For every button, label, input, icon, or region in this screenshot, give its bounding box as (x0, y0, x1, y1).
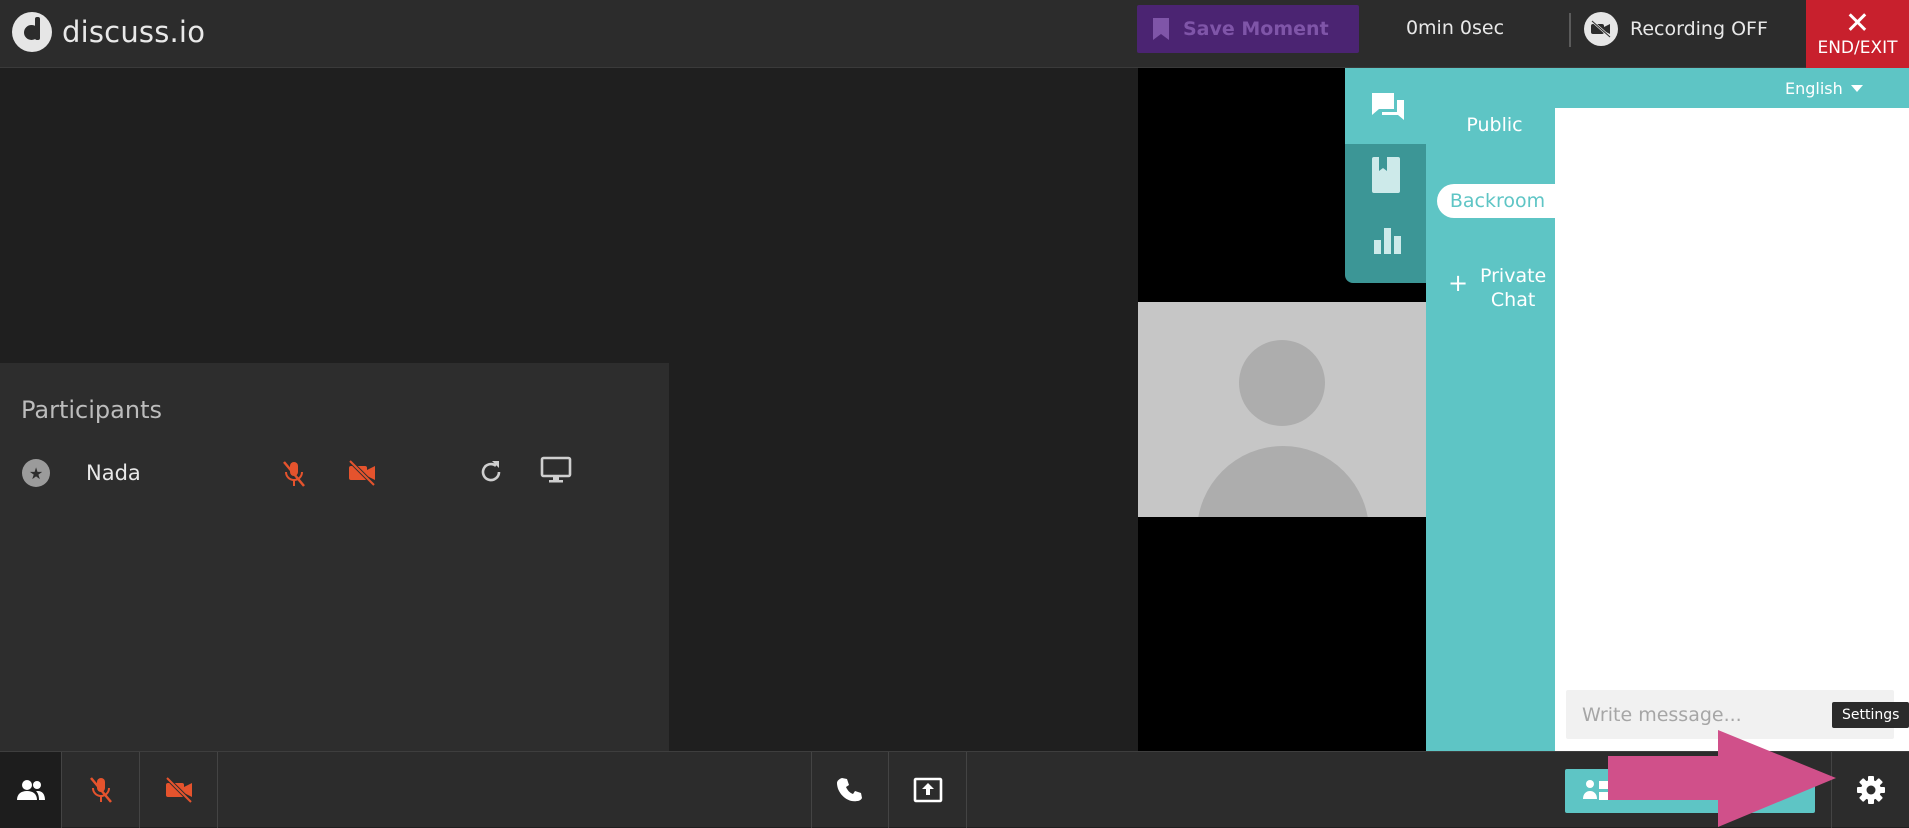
star-icon[interactable]: ★ (22, 459, 50, 487)
discuss-logo-icon (12, 12, 52, 52)
language-label: English (1785, 79, 1843, 98)
recording-status[interactable]: Recording OFF (1584, 12, 1768, 46)
top-bar: discuss.io Save Moment 0min 0sec Recordi… (0, 0, 1909, 68)
save-moment-button[interactable]: Save Moment (1137, 5, 1359, 53)
camera-off-icon (165, 776, 192, 804)
highlight-arrow (1608, 730, 1836, 827)
chat-messages-area (1555, 108, 1909, 751)
bookmark-book-icon[interactable] (1371, 156, 1401, 198)
plus-icon: + (1448, 269, 1469, 297)
people-icon (16, 780, 45, 800)
language-selector[interactable]: English (1785, 79, 1863, 98)
phone-button[interactable] (811, 752, 889, 828)
participants-toggle-button[interactable] (0, 752, 62, 828)
brand-logo: discuss.io (12, 12, 205, 52)
chat-bubbles-icon[interactable] (1369, 90, 1407, 130)
camera-off-icon[interactable] (347, 459, 377, 491)
brand-name: discuss.io (62, 15, 206, 49)
camera-toggle-button[interactable] (140, 752, 218, 828)
breakout-rooms-icon (1583, 780, 1609, 800)
close-icon: ✕ (1844, 6, 1871, 41)
session-timer: 0min 0sec (1405, 17, 1505, 39)
tab-backroom[interactable]: Backroom (1437, 184, 1558, 218)
phone-icon (837, 778, 862, 802)
gear-icon (1856, 776, 1885, 804)
bookmark-icon (1153, 18, 1169, 40)
participant-row: ★ Nada (22, 455, 622, 495)
participant-name: Nada (86, 461, 141, 485)
private-chat-label: Private Chat (1478, 264, 1548, 312)
settings-button[interactable] (1831, 752, 1909, 828)
end-exit-button[interactable]: ✕ END/EXIT (1806, 0, 1909, 68)
header-divider (1569, 13, 1571, 47)
share-screen-button[interactable] (889, 752, 967, 828)
refresh-icon[interactable] (478, 458, 504, 490)
chevron-down-icon (1850, 85, 1863, 92)
settings-tooltip: Settings (1832, 702, 1909, 728)
tab-public[interactable]: Public (1432, 114, 1557, 136)
mic-toggle-button[interactable] (62, 752, 140, 828)
recording-off-icon (1584, 12, 1618, 46)
share-screen-icon (913, 777, 942, 803)
participants-title: Participants (21, 396, 162, 424)
save-moment-label: Save Moment (1183, 18, 1329, 40)
chat-icon-rail (1345, 68, 1426, 283)
mic-muted-icon (89, 777, 112, 803)
participants-panel: Participants ★ Nada (0, 363, 669, 751)
participant-video-tile[interactable] (1138, 302, 1426, 517)
recording-label: Recording OFF (1630, 18, 1768, 40)
avatar-body (1197, 446, 1369, 517)
tab-private-chat[interactable]: + Private Chat (1448, 264, 1558, 312)
mic-muted-icon[interactable] (281, 459, 307, 493)
avatar (1239, 340, 1325, 426)
bar-chart-icon[interactable] (1372, 224, 1404, 260)
private-chat-text: Private Chat (1479, 265, 1547, 311)
screen-icon[interactable] (540, 455, 572, 489)
end-exit-label: END/EXIT (1817, 38, 1898, 58)
